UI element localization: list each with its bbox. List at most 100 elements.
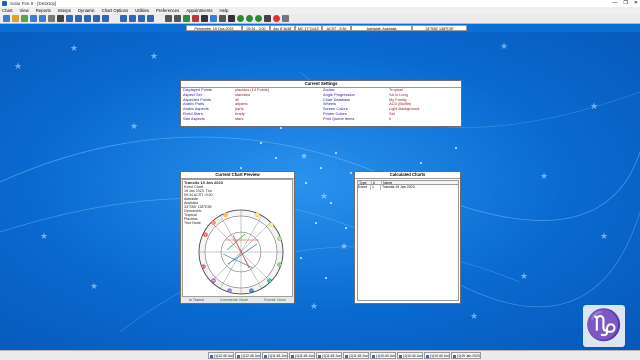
dynamic-icon[interactable] xyxy=(66,15,73,22)
timemap-icon[interactable] xyxy=(138,15,145,22)
settings-grid: Displayed Points placidus (14 Points) Zo… xyxy=(183,88,459,122)
star-icon: ★ xyxy=(520,271,529,281)
status-location: Adelaide, Australia xyxy=(351,25,412,31)
tools-icon[interactable] xyxy=(201,15,208,22)
sparkle xyxy=(420,162,422,164)
menu-appointments[interactable]: Appointments xyxy=(186,7,212,14)
svg-text:♌: ♌ xyxy=(269,222,274,227)
grid-icon[interactable] xyxy=(39,15,46,22)
forward-icon[interactable] xyxy=(255,15,262,22)
menu-view[interactable]: View xyxy=(20,7,29,14)
star-icon: ★ xyxy=(130,121,139,131)
menu-help[interactable]: Help xyxy=(220,7,229,14)
chart-preview-area[interactable]: Transits 19 Jan 2023 Event Chart 19 Jan … xyxy=(182,179,293,297)
window-title: Solar Fire 9 - [Desktop] xyxy=(10,1,57,6)
preview-icon[interactable] xyxy=(174,15,181,22)
events-label: Events: None xyxy=(264,298,286,302)
svg-text:♉: ♉ xyxy=(211,220,216,225)
setting-label: Print Queue Items xyxy=(323,116,355,121)
print-icon[interactable] xyxy=(165,15,172,22)
svg-text:♐: ♐ xyxy=(249,288,254,293)
taskbar-chart-tab[interactable]: (1)19 Jan 2023 xyxy=(451,352,481,359)
taskbar-chart-tab[interactable]: (1)11:45 Jun 2023 xyxy=(262,352,288,359)
calculate-icon[interactable] xyxy=(21,15,28,22)
return-icon[interactable] xyxy=(93,15,100,22)
play-icon[interactable] xyxy=(246,15,253,22)
map-icon[interactable] xyxy=(120,15,127,22)
column-type[interactable]: Type xyxy=(358,181,372,185)
menu-interps[interactable]: Interps xyxy=(58,7,71,14)
astro-wheel: ♈ ♉ ♊ ♋ ♌ ♍ ♎ ♏ ♐ ♑ ♒ ♓ xyxy=(198,209,284,295)
sparkle xyxy=(260,142,262,144)
ephemeris-icon[interactable] xyxy=(129,15,136,22)
image-icon[interactable] xyxy=(219,15,226,22)
graph-icon[interactable] xyxy=(147,15,154,22)
menu-dynamic[interactable]: Dynamic xyxy=(78,7,95,14)
menu-preferences[interactable]: Preferences xyxy=(156,7,179,14)
column-name[interactable]: Name xyxy=(382,181,392,185)
menu-bar: Chart View Reports Interps Dynamic Chart… xyxy=(0,7,640,14)
taskbar-chart-tab[interactable]: (1)11:45 Jun 2023 xyxy=(343,352,369,359)
new-chart-icon[interactable] xyxy=(3,15,10,22)
star-icon: ★ xyxy=(600,231,609,241)
calculated-charts-list[interactable] xyxy=(357,180,459,301)
chart-preview-panel[interactable]: Current Chart Preview Transits 19 Jan 20… xyxy=(180,171,295,304)
svg-text:♊: ♊ xyxy=(223,212,228,217)
menu-reports[interactable]: Reports xyxy=(36,7,51,14)
star-icon: ★ xyxy=(14,61,23,71)
sparkle xyxy=(315,222,317,224)
star-icon: ★ xyxy=(310,301,319,311)
current-settings-panel[interactable]: Current Settings Displayed Points placid… xyxy=(180,80,462,127)
sparkle xyxy=(320,167,322,169)
setting-label: Star Aspects xyxy=(183,116,205,121)
menu-utilities[interactable]: Utilities xyxy=(135,7,149,14)
help-icon[interactable] xyxy=(282,15,289,22)
sparkle xyxy=(350,172,352,174)
sparkle xyxy=(325,277,327,279)
taskbar-chart-tab[interactable]: (1)10:40 Jun 2023 xyxy=(370,352,396,359)
go-icon[interactable] xyxy=(237,15,244,22)
settings-icon[interactable] xyxy=(183,15,190,22)
open-chart-icon[interactable] xyxy=(12,15,19,22)
taskbar-chart-tab[interactable]: (1)11:45 Jun 2023 xyxy=(316,352,342,359)
star-icon: ★ xyxy=(470,311,479,321)
colors-icon[interactable] xyxy=(192,15,199,22)
setting-value: stars xyxy=(235,116,244,121)
taskbar-chart-tab[interactable]: (1)11:45 Jun 2023 xyxy=(289,352,315,359)
chart-taskbar: (1)12:45 Jun 2023 (1)12:45 Jun 2023 (1)1… xyxy=(0,350,640,360)
table-row[interactable]: Event 1 Transits 19 Jan 2023 xyxy=(357,185,459,190)
taskbar-chart-tab[interactable]: (1)10:40 Jun 2023 xyxy=(424,352,450,359)
user-icon[interactable] xyxy=(228,15,235,22)
column-number[interactable]: # xyxy=(372,181,382,185)
animate-icon[interactable] xyxy=(264,15,271,22)
taskbar-chart-tab[interactable]: (1)10:40 Jun 2023 xyxy=(397,352,423,359)
close-button[interactable]: ✕ xyxy=(634,0,638,7)
sparkle xyxy=(345,227,347,229)
progress-icon[interactable] xyxy=(84,15,91,22)
maximize-button[interactable]: ❐ xyxy=(623,0,627,7)
wheel-icon[interactable] xyxy=(30,15,37,22)
minimize-button[interactable]: — xyxy=(612,0,617,7)
star-icon: ★ xyxy=(540,171,549,181)
taskbar-chart-tab[interactable]: (1)12:45 Jun 2023 xyxy=(235,352,261,359)
title-bar: Solar Fire 9 - [Desktop] — ❐ ✕ xyxy=(0,0,640,7)
transit-icon[interactable] xyxy=(75,15,82,22)
interp-icon[interactable] xyxy=(57,15,64,22)
current-settings-title: Current Settings xyxy=(181,81,461,88)
star-icon: ★ xyxy=(40,231,49,241)
taskbar-chart-tab[interactable]: (1)12:45 Jun 2023 xyxy=(208,352,234,359)
status-mc: MC 17°Cp13' xyxy=(295,25,322,31)
sparkle xyxy=(335,152,337,154)
harmonic-icon[interactable] xyxy=(102,15,109,22)
calendar-icon[interactable] xyxy=(210,15,217,22)
calculated-charts-panel[interactable]: Calculated Charts Type # Name Event 1 Tr… xyxy=(354,171,461,304)
stop-icon[interactable] xyxy=(273,15,280,22)
calculated-charts-title: Calculated Charts xyxy=(355,172,460,179)
app-icon xyxy=(2,1,7,6)
toolbar xyxy=(0,14,640,24)
svg-text:♍: ♍ xyxy=(277,236,282,241)
report-icon[interactable] xyxy=(48,15,55,22)
menu-chart[interactable]: Chart xyxy=(2,7,13,14)
sparkle xyxy=(240,167,242,169)
menu-chart-options[interactable]: Chart Options xyxy=(102,7,129,14)
